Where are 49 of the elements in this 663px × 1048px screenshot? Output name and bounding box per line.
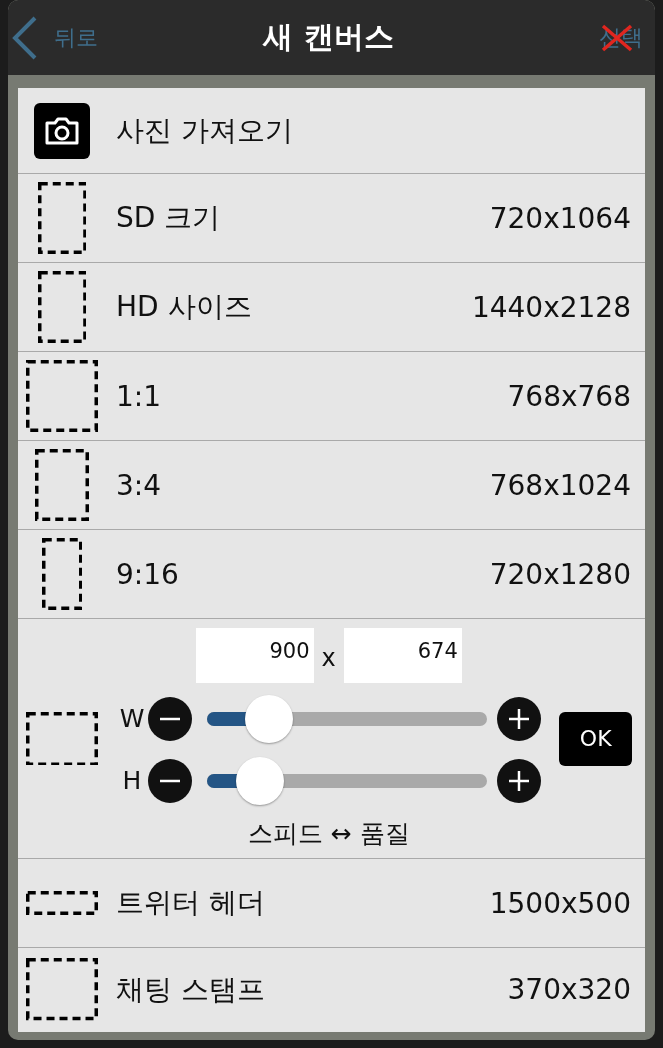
- dashed-frame-icon: [37, 271, 87, 343]
- dashed-frame-icon: [26, 360, 98, 432]
- dashed-frame-icon: [37, 182, 87, 254]
- canvas-size-item[interactable]: HD 사이즈 1440x2128: [18, 262, 645, 351]
- item-size: 768x768: [507, 379, 631, 413]
- item-size: 720x1064: [489, 201, 631, 235]
- canvas-size-item[interactable]: 3:4 768x1024: [18, 440, 645, 529]
- width-input[interactable]: 900: [195, 627, 314, 683]
- dashed-frame-icon: [26, 958, 98, 1021]
- item-label: SD 크기: [116, 200, 221, 236]
- slider-track[interactable]: [207, 756, 488, 805]
- dashed-frame-icon: [41, 538, 83, 610]
- slider-label: H: [121, 766, 143, 795]
- camera-icon: [34, 102, 90, 159]
- item-label: HD 사이즈: [116, 289, 252, 325]
- item-size: 370x320: [507, 973, 631, 1006]
- item-label: 트위터 헤더: [116, 885, 265, 921]
- plus-icon[interactable]: [497, 758, 542, 803]
- minus-icon[interactable]: [148, 758, 192, 803]
- item-size: 720x1280: [489, 557, 631, 591]
- ok-button[interactable]: OK: [559, 711, 632, 766]
- canvas-size-item[interactable]: 9:16 720x1280: [18, 529, 645, 618]
- import-photo-item[interactable]: 사진 가져오기: [18, 88, 645, 173]
- item-size: 1500x500: [489, 886, 631, 920]
- dialog-title: 새 캔버스: [263, 18, 394, 56]
- canvas-size-item[interactable]: 트위터 헤더 1500x500: [18, 858, 645, 947]
- canvas-size-item[interactable]: SD 크기 720x1064: [18, 173, 645, 262]
- slider-label: W: [118, 704, 146, 733]
- item-size: 768x1024: [489, 468, 631, 502]
- item-label: 채팅 스탬프: [116, 971, 265, 1008]
- speed-quality-caption: 스피드 ↔ 품질: [246, 817, 411, 850]
- dashed-frame-icon: [26, 711, 98, 766]
- slider-track[interactable]: [207, 694, 488, 743]
- back-chevron-icon: [12, 15, 38, 60]
- item-label: 1:1: [116, 379, 162, 413]
- minus-icon[interactable]: [148, 696, 192, 741]
- slider-thumb[interactable]: [236, 756, 285, 805]
- item-label: 9:16: [116, 557, 179, 591]
- canvas-size-item[interactable]: 채팅 스탬프 370x320: [18, 947, 645, 1031]
- item-label: 3:4: [116, 468, 162, 502]
- times-sign: x: [321, 644, 336, 672]
- item-label: 사진 가져오기: [116, 112, 293, 149]
- height-input[interactable]: 674: [343, 627, 462, 683]
- item-size: 1440x2128: [471, 290, 631, 324]
- plus-icon[interactable]: [497, 696, 542, 741]
- canvas-size-item[interactable]: 1:1 768x768: [18, 351, 645, 440]
- dashed-frame-icon: [35, 449, 89, 521]
- slider-thumb[interactable]: [244, 694, 293, 743]
- dashed-frame-icon: [26, 891, 98, 915]
